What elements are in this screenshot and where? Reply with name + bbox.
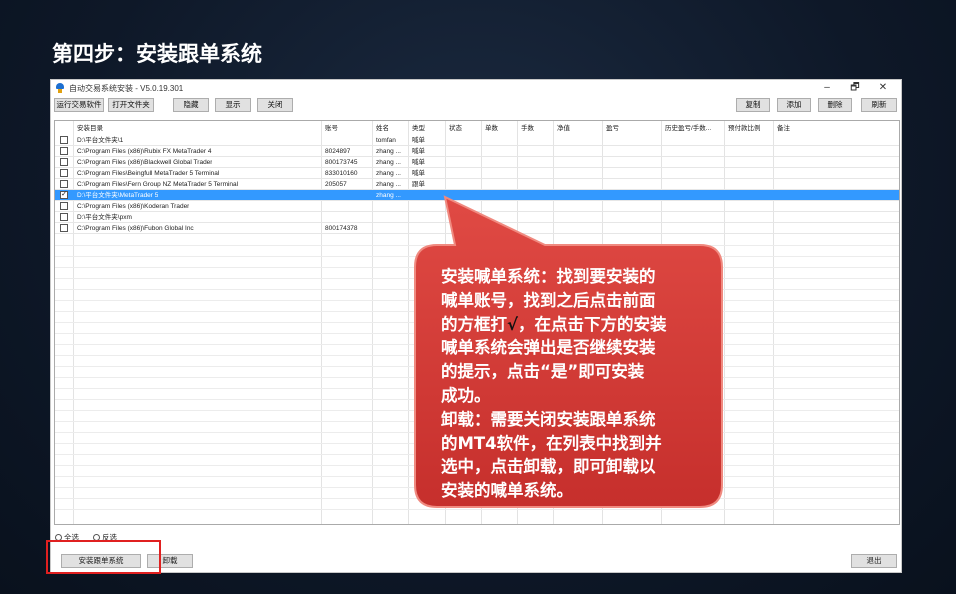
cell-path: C:\Program Files (x86)\Fubon Global Inc (77, 225, 194, 232)
callout-line: 喊单系统会弹出是否继续安装 (441, 338, 656, 358)
show-button[interactable]: 显示 (215, 98, 251, 112)
callout-line-b: ，在点击下方的安装 (518, 314, 667, 334)
callout-line: 安装的喊单系统。 (441, 481, 573, 501)
cell-type: 喊单 (412, 159, 425, 166)
cell-path: C:\Program Files (x86)\Rubix FX MetaTrad… (77, 148, 212, 155)
row-checkbox-checked[interactable]: ✓ (60, 191, 68, 199)
slide-title: 第四步：安装跟单系统 (52, 42, 262, 66)
cell-name: tomfan (376, 137, 396, 144)
maximize-icon[interactable]: 🗗 (841, 80, 869, 96)
refresh-button[interactable]: 刷新 (861, 98, 897, 112)
callout-line: 成功。 (441, 385, 491, 405)
row-checkbox[interactable] (60, 147, 68, 155)
highlight-box (46, 540, 161, 574)
row-checkbox[interactable] (60, 169, 68, 177)
cell-account: 800173745 (325, 159, 358, 166)
table-row-selected[interactable]: ✓ D:\平台文件夹\MetaTrader 5 zhang ... (55, 190, 899, 201)
app-icon (55, 83, 65, 93)
col-header-lots[interactable]: 手数 (519, 123, 534, 134)
cell-path: D:\平台文件夹\1 (77, 137, 124, 144)
cell-path: D:\平台文件夹\MetaTrader 5 (77, 192, 159, 199)
row-checkbox[interactable] (60, 136, 68, 144)
cell-type: 喊单 (412, 170, 425, 177)
table-row[interactable]: D:\平台文件夹\pxm (55, 212, 899, 223)
cell-name: zhang ... (376, 192, 401, 199)
table-row[interactable]: C:\Program Files (x86)\Fubon Global Inc … (55, 223, 899, 234)
cell-type: 喊单 (412, 148, 425, 155)
window-title: 自动交易系统安装 - V5.0.19.301 (69, 83, 184, 93)
col-header-name[interactable]: 姓名 (374, 123, 389, 134)
copy-button[interactable]: 复制 (736, 98, 770, 112)
col-header-margin-ratio[interactable]: 预付款比例 (726, 123, 761, 134)
table-row[interactable]: C:\Program Files\Fern Group NZ MetaTrade… (55, 179, 899, 190)
table-row[interactable]: C:\Program Files (x86)\Blackwell Global … (55, 157, 899, 168)
cell-path: C:\Program Files (x86)\Koderan Trader (77, 203, 190, 210)
table-header: 安装目录 账号 姓名 类型 状态 单数 手数 净值 盈亏 历史盈亏/手数... … (55, 121, 899, 135)
col-header-status[interactable]: 状态 (447, 123, 462, 134)
delete-button[interactable]: 删除 (818, 98, 852, 112)
table-row[interactable]: D:\平台文件夹\1 tomfan 喊单 (55, 135, 899, 146)
callout-line: 卸载：需要关闭安装跟单系统 (441, 409, 656, 429)
cell-name: zhang ... (376, 181, 401, 188)
col-header-type[interactable]: 类型 (410, 123, 425, 134)
cell-account: 833010160 (325, 170, 358, 177)
row-checkbox[interactable] (60, 213, 68, 221)
cell-name: zhang ... (376, 170, 401, 177)
callout-line: 的方框打√，在点击下方的安装 (441, 313, 706, 337)
row-checkbox[interactable] (60, 158, 68, 166)
col-header-equity[interactable]: 净值 (555, 123, 570, 134)
title-bar: 自动交易系统安装 - V5.0.19.301 – 🗗 ✕ (51, 80, 901, 96)
add-button[interactable]: 添加 (777, 98, 811, 112)
cell-path: C:\Program Files\Beingfull MetaTrader 5 … (77, 170, 220, 177)
table-row[interactable]: C:\Program Files (x86)\Koderan Trader (55, 201, 899, 212)
cell-name: zhang ... (376, 159, 401, 166)
close-app-button[interactable]: 关闭 (257, 98, 293, 112)
col-header-orders[interactable]: 单数 (483, 123, 498, 134)
cell-type: 喊单 (412, 137, 425, 144)
callout-line: 的提示，点击“是”即可安装 (441, 362, 645, 382)
cell-path: C:\Program Files\Fern Group NZ MetaTrade… (77, 181, 239, 188)
callout-line: 喊单账号，找到之后点击前面 (441, 290, 656, 310)
check-mark-icon: √ (507, 314, 519, 334)
minimize-icon[interactable]: – (813, 80, 841, 96)
table-row[interactable]: C:\Program Files\Beingfull MetaTrader 5 … (55, 168, 899, 179)
open-folder-button[interactable]: 打开文件夹 (108, 98, 154, 112)
callout-text: 安装喊单系统：找到要安装的 喊单账号，找到之后点击前面 的方框打√，在点击下方的… (441, 265, 706, 503)
window-controls: – 🗗 ✕ (813, 80, 897, 96)
toolbar: 运行交易软件 打开文件夹 隐藏 显示 关闭 复制 添加 删除 刷新 (51, 98, 901, 116)
cell-path: D:\平台文件夹\pxm (77, 214, 132, 221)
col-header-profit[interactable]: 盈亏 (604, 123, 619, 134)
cell-path: C:\Program Files (x86)\Blackwell Global … (77, 159, 213, 166)
cell-account: 8024897 (325, 148, 351, 155)
cell-type: 跟单 (412, 181, 425, 188)
callout-line: 的MT4软件，在列表中找到并 (441, 433, 662, 453)
callout-line: 选中，点击卸载，即可卸载以 (441, 457, 656, 477)
callout-line: 安装喊单系统：找到要安装的 (441, 267, 656, 286)
cell-account: 800174378 (325, 225, 358, 232)
col-header-account[interactable]: 账号 (323, 123, 338, 134)
row-checkbox[interactable] (60, 202, 68, 210)
exit-button[interactable]: 退出 (851, 554, 897, 568)
hide-button[interactable]: 隐藏 (173, 98, 209, 112)
row-checkbox[interactable] (60, 224, 68, 232)
cell-name: zhang ... (376, 148, 401, 155)
table-row[interactable]: C:\Program Files (x86)\Rubix FX MetaTrad… (55, 146, 899, 157)
run-software-button[interactable]: 运行交易软件 (54, 98, 104, 112)
col-header-path[interactable]: 安装目录 (75, 123, 103, 134)
col-header-history[interactable]: 历史盈亏/手数... (663, 123, 723, 134)
close-icon[interactable]: ✕ (869, 80, 897, 96)
col-header-notes[interactable]: 备注 (775, 123, 790, 134)
cell-account: 205057 (325, 181, 347, 188)
callout-line-a: 的方框打 (441, 314, 507, 334)
row-checkbox[interactable] (60, 180, 68, 188)
